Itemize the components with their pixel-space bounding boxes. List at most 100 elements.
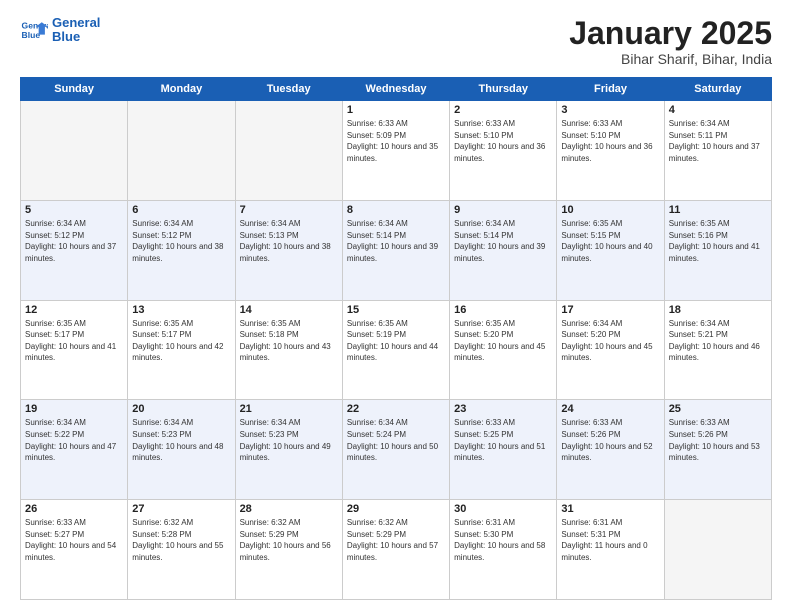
calendar-header-row: Sunday Monday Tuesday Wednesday Thursday… bbox=[21, 78, 772, 101]
day-number: 19 bbox=[25, 403, 123, 415]
table-row: 30 Sunrise: 6:31 AMSunset: 5:30 PMDayligh… bbox=[450, 500, 557, 600]
table-row: 29Sunrise: 6:32 AMSunset: 5:29 PMDayligh… bbox=[342, 500, 449, 600]
page: General Blue General Blue January 2025 B… bbox=[0, 0, 792, 612]
day-number: 22 bbox=[347, 403, 445, 415]
table-row: 5Sunrise: 6:34 AMSunset: 5:12 PMDaylight… bbox=[21, 200, 128, 300]
day-number: 6 bbox=[132, 204, 230, 216]
day-info: Sunrise: 6:34 AMSunset: 5:11 PMDaylight:… bbox=[669, 118, 767, 164]
logo-line1: General bbox=[52, 16, 100, 30]
calendar-table: Sunday Monday Tuesday Wednesday Thursday… bbox=[20, 77, 772, 600]
day-number: 15 bbox=[347, 304, 445, 316]
day-number: 3 bbox=[561, 104, 659, 116]
table-row: 9 Sunrise: 6:34 AMSunset: 5:14 PMDaylight… bbox=[450, 200, 557, 300]
day-info: Sunrise: 6:35 AMSunset: 5:19 PMDaylight:… bbox=[347, 318, 445, 364]
day-info: Sunrise: 6:35 AMSunset: 5:20 PMDaylight:… bbox=[454, 318, 552, 364]
table-row: 10 Sunrise: 6:35 AMSunset: 5:15 PMDayligh… bbox=[557, 200, 664, 300]
table-row: 18 Sunrise: 6:34 AMSunset: 5:21 PMDayligh… bbox=[664, 300, 771, 400]
logo-icon: General Blue bbox=[20, 16, 48, 44]
day-info: Sunrise: 6:33 AMSunset: 5:27 PMDaylight:… bbox=[25, 517, 123, 563]
calendar-subtitle: Bihar Sharif, Bihar, India bbox=[569, 51, 772, 67]
col-thursday: Thursday bbox=[450, 78, 557, 101]
table-row: 12 Sunrise: 6:35 AMSunset: 5:17 PMDayligh… bbox=[21, 300, 128, 400]
day-number: 8 bbox=[347, 204, 445, 216]
table-row: 26 Sunrise: 6:33 AMSunset: 5:27 PMDayligh… bbox=[21, 500, 128, 600]
day-number: 31 bbox=[561, 503, 659, 515]
day-number: 20 bbox=[132, 403, 230, 415]
day-info: Sunrise: 6:33 AMSunset: 5:10 PMDaylight:… bbox=[561, 118, 659, 164]
table-row: 14 Sunrise: 6:35 AMSunset: 5:18 PMDayligh… bbox=[235, 300, 342, 400]
table-row: 31 Sunrise: 6:31 AMSunset: 5:31 PMDayligh… bbox=[557, 500, 664, 600]
col-wednesday: Wednesday bbox=[342, 78, 449, 101]
table-row: 6 Sunrise: 6:34 AMSunset: 5:12 PMDaylight… bbox=[128, 200, 235, 300]
table-row bbox=[128, 101, 235, 201]
day-info: Sunrise: 6:33 AMSunset: 5:10 PMDaylight:… bbox=[454, 118, 552, 164]
day-info: Sunrise: 6:34 AMSunset: 5:14 PMDaylight:… bbox=[347, 218, 445, 264]
day-info: Sunrise: 6:35 AMSunset: 5:17 PMDaylight:… bbox=[132, 318, 230, 364]
svg-text:Blue: Blue bbox=[22, 30, 41, 40]
day-info: Sunrise: 6:33 AMSunset: 5:25 PMDaylight:… bbox=[454, 417, 552, 463]
table-row: 7Sunrise: 6:34 AMSunset: 5:13 PMDaylight… bbox=[235, 200, 342, 300]
table-row bbox=[21, 101, 128, 201]
table-row: 15 Sunrise: 6:35 AMSunset: 5:19 PMDayligh… bbox=[342, 300, 449, 400]
day-number: 4 bbox=[669, 104, 767, 116]
day-info: Sunrise: 6:34 AMSunset: 5:21 PMDaylight:… bbox=[669, 318, 767, 364]
table-row: 16 Sunrise: 6:35 AMSunset: 5:20 PMDayligh… bbox=[450, 300, 557, 400]
day-info: Sunrise: 6:34 AMSunset: 5:24 PMDaylight:… bbox=[347, 417, 445, 463]
day-info: Sunrise: 6:33 AMSunset: 5:09 PMDaylight:… bbox=[347, 118, 445, 164]
logo-line2: Blue bbox=[52, 30, 100, 44]
day-info: Sunrise: 6:33 AMSunset: 5:26 PMDaylight:… bbox=[669, 417, 767, 463]
col-sunday: Sunday bbox=[21, 78, 128, 101]
day-info: Sunrise: 6:34 AMSunset: 5:12 PMDaylight:… bbox=[132, 218, 230, 264]
day-info: Sunrise: 6:31 AMSunset: 5:31 PMDaylight:… bbox=[561, 517, 659, 563]
day-number: 18 bbox=[669, 304, 767, 316]
day-number: 10 bbox=[561, 204, 659, 216]
logo: General Blue General Blue bbox=[20, 16, 100, 45]
col-tuesday: Tuesday bbox=[235, 78, 342, 101]
table-row: 13 Sunrise: 6:35 AMSunset: 5:17 PMDayligh… bbox=[128, 300, 235, 400]
day-number: 30 bbox=[454, 503, 552, 515]
day-info: Sunrise: 6:31 AMSunset: 5:30 PMDaylight:… bbox=[454, 517, 552, 563]
day-number: 26 bbox=[25, 503, 123, 515]
table-row: 23 Sunrise: 6:33 AMSunset: 5:25 PMDayligh… bbox=[450, 400, 557, 500]
title-block: January 2025 Bihar Sharif, Bihar, India bbox=[569, 16, 772, 67]
day-number: 12 bbox=[25, 304, 123, 316]
day-number: 9 bbox=[454, 204, 552, 216]
day-info: Sunrise: 6:34 AMSunset: 5:14 PMDaylight:… bbox=[454, 218, 552, 264]
table-row: 11 Sunrise: 6:35 AMSunset: 5:16 PMDayligh… bbox=[664, 200, 771, 300]
day-number: 5 bbox=[25, 204, 123, 216]
day-info: Sunrise: 6:34 AMSunset: 5:20 PMDaylight:… bbox=[561, 318, 659, 364]
day-number: 16 bbox=[454, 304, 552, 316]
day-number: 14 bbox=[240, 304, 338, 316]
table-row: 21Sunrise: 6:34 AMSunset: 5:23 PMDayligh… bbox=[235, 400, 342, 500]
day-info: Sunrise: 6:35 AMSunset: 5:16 PMDaylight:… bbox=[669, 218, 767, 264]
table-row: 25 Sunrise: 6:33 AMSunset: 5:26 PMDayligh… bbox=[664, 400, 771, 500]
table-row: 1 Sunrise: 6:33 AMSunset: 5:09 PMDaylight… bbox=[342, 101, 449, 201]
table-row: 3 Sunrise: 6:33 AMSunset: 5:10 PMDaylight… bbox=[557, 101, 664, 201]
table-row: 8 Sunrise: 6:34 AMSunset: 5:14 PMDaylight… bbox=[342, 200, 449, 300]
day-info: Sunrise: 6:34 AMSunset: 5:22 PMDaylight:… bbox=[25, 417, 123, 463]
table-row bbox=[235, 101, 342, 201]
table-row bbox=[664, 500, 771, 600]
day-number: 24 bbox=[561, 403, 659, 415]
day-info: Sunrise: 6:34 AMSunset: 5:23 PMDaylight:… bbox=[240, 417, 338, 463]
day-number: 1 bbox=[347, 104, 445, 116]
table-row: 27Sunrise: 6:32 AMSunset: 5:28 PMDayligh… bbox=[128, 500, 235, 600]
day-number: 11 bbox=[669, 204, 767, 216]
day-number: 23 bbox=[454, 403, 552, 415]
day-number: 2 bbox=[454, 104, 552, 116]
day-info: Sunrise: 6:32 AMSunset: 5:28 PMDaylight:… bbox=[132, 517, 230, 563]
day-number: 7 bbox=[240, 204, 338, 216]
day-info: Sunrise: 6:32 AMSunset: 5:29 PMDaylight:… bbox=[240, 517, 338, 563]
col-friday: Friday bbox=[557, 78, 664, 101]
day-info: Sunrise: 6:34 AMSunset: 5:23 PMDaylight:… bbox=[132, 417, 230, 463]
day-number: 29 bbox=[347, 503, 445, 515]
day-number: 13 bbox=[132, 304, 230, 316]
day-info: Sunrise: 6:33 AMSunset: 5:26 PMDaylight:… bbox=[561, 417, 659, 463]
table-row: 28Sunrise: 6:32 AMSunset: 5:29 PMDayligh… bbox=[235, 500, 342, 600]
table-row: 22 Sunrise: 6:34 AMSunset: 5:24 PMDayligh… bbox=[342, 400, 449, 500]
day-info: Sunrise: 6:35 AMSunset: 5:18 PMDaylight:… bbox=[240, 318, 338, 364]
day-number: 25 bbox=[669, 403, 767, 415]
day-info: Sunrise: 6:35 AMSunset: 5:17 PMDaylight:… bbox=[25, 318, 123, 364]
table-row: 19 Sunrise: 6:34 AMSunset: 5:22 PMDayligh… bbox=[21, 400, 128, 500]
day-info: Sunrise: 6:35 AMSunset: 5:15 PMDaylight:… bbox=[561, 218, 659, 264]
